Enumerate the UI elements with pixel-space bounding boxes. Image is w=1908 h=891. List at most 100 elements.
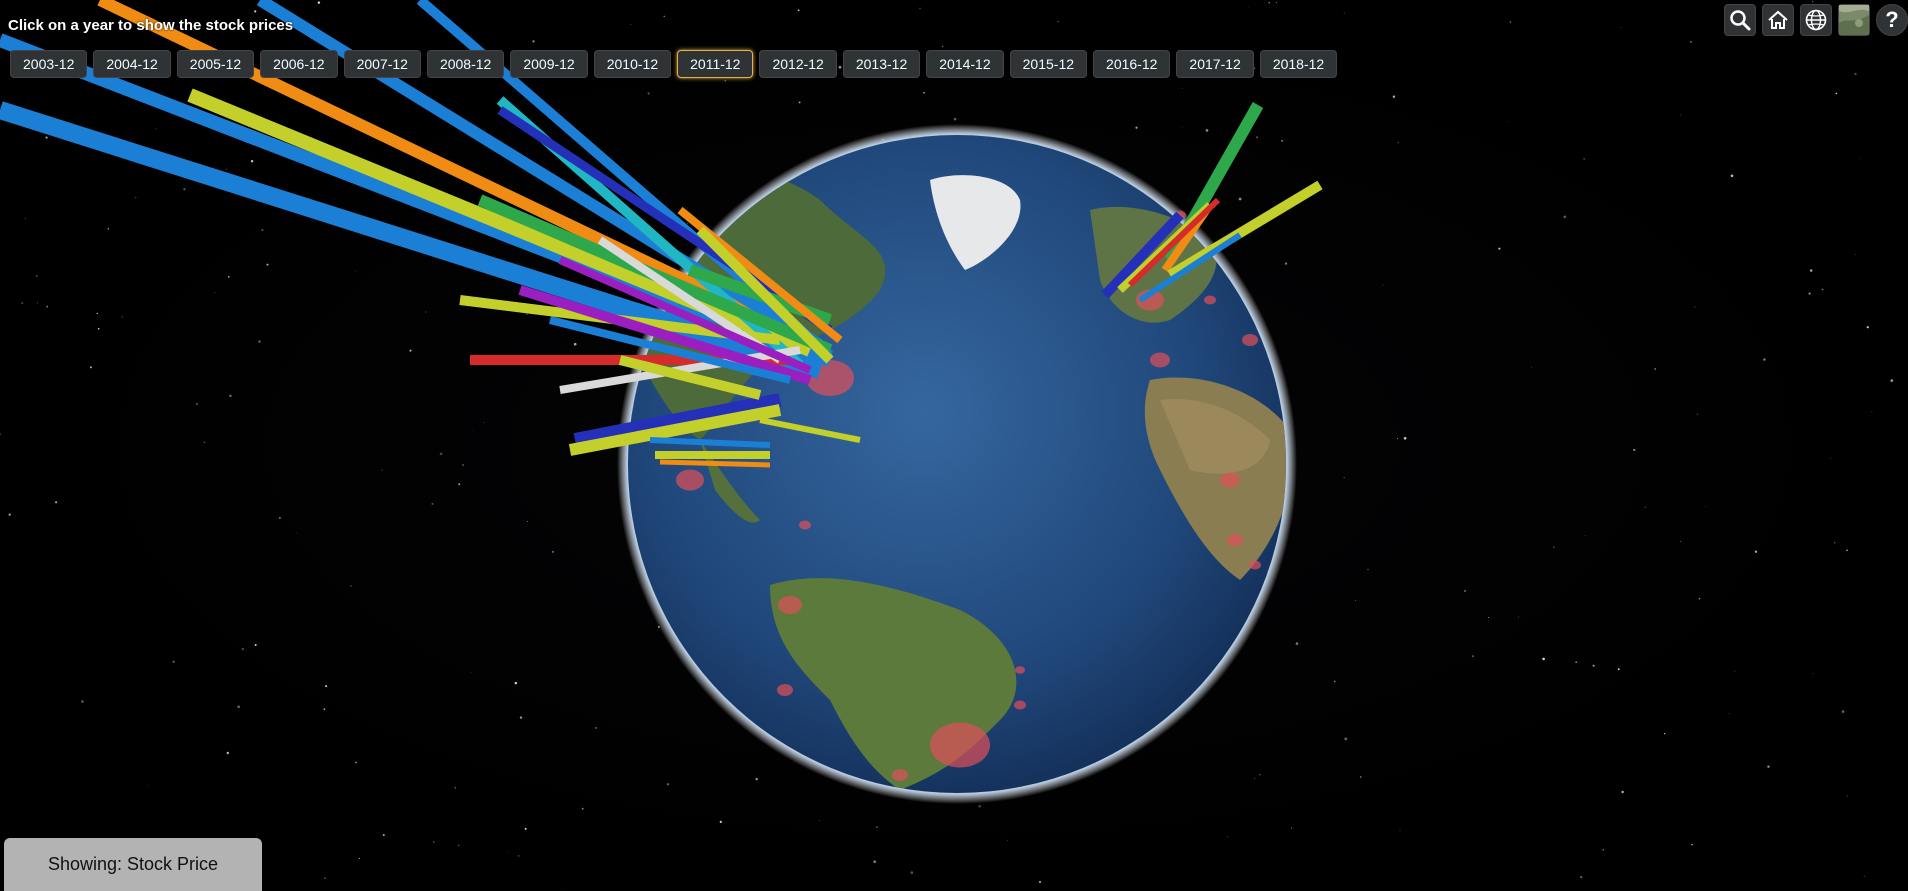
city-marker[interactable] — [799, 520, 811, 530]
star — [1663, 732, 1666, 735]
star — [46, 305, 49, 308]
help-button[interactable]: ? — [1876, 4, 1908, 36]
star — [1846, 549, 1848, 552]
star — [254, 644, 257, 646]
city-marker[interactable] — [1220, 472, 1240, 488]
search-button[interactable] — [1724, 4, 1756, 36]
year-button-2011-12[interactable]: 2011-12 — [677, 50, 754, 78]
star — [1763, 358, 1766, 361]
year-button-2018-12[interactable]: 2018-12 — [1259, 50, 1338, 78]
star — [458, 483, 461, 486]
city-marker[interactable] — [1249, 560, 1261, 570]
globe-scene[interactable] — [0, 0, 1908, 891]
star — [1343, 477, 1345, 479]
star — [172, 660, 175, 663]
star — [630, 24, 632, 25]
star — [1259, 774, 1261, 776]
star — [524, 827, 527, 830]
star — [241, 647, 245, 651]
city-marker[interactable] — [1242, 334, 1258, 346]
city-marker[interactable] — [676, 469, 704, 491]
star — [1507, 121, 1509, 123]
globe-viewer[interactable]: Click on a year to show the stock prices… — [0, 0, 1908, 891]
star — [1531, 366, 1532, 368]
star — [250, 160, 254, 163]
city-marker[interactable] — [1150, 352, 1170, 368]
star — [1644, 506, 1646, 509]
star — [258, 340, 261, 343]
year-button-2006-12[interactable]: 2006-12 — [260, 50, 338, 78]
star — [514, 681, 518, 685]
star — [355, 270, 356, 272]
star — [323, 708, 326, 711]
star — [519, 716, 523, 719]
star — [1268, 1, 1271, 4]
star — [1396, 437, 1399, 440]
base-layer-picker[interactable] — [1838, 4, 1870, 36]
star — [1256, 136, 1259, 139]
year-button-2005-12[interactable]: 2005-12 — [176, 50, 255, 78]
star — [1584, 534, 1586, 536]
city-marker[interactable] — [778, 596, 802, 614]
year-button-2017-12[interactable]: 2017-12 — [1176, 50, 1254, 78]
star — [382, 834, 385, 836]
star — [1238, 197, 1242, 201]
year-button-2009-12[interactable]: 2009-12 — [510, 50, 588, 78]
year-button-2012-12[interactable]: 2012-12 — [759, 50, 837, 78]
star — [89, 366, 92, 369]
home-button[interactable] — [1762, 4, 1794, 36]
instruction-text: Click on a year to show the stock prices — [8, 17, 294, 34]
star — [1392, 95, 1396, 98]
star — [1809, 269, 1813, 272]
city-marker[interactable] — [930, 722, 990, 768]
star — [978, 804, 982, 808]
imagery-thumbnail — [1839, 5, 1869, 35]
stock-bar[interactable] — [659, 459, 771, 468]
city-marker[interactable] — [1204, 295, 1216, 305]
year-button-2014-12[interactable]: 2014-12 — [926, 50, 1004, 78]
star — [581, 807, 584, 810]
star — [873, 860, 876, 863]
year-button-2004-12[interactable]: 2004-12 — [93, 50, 171, 78]
star — [819, 819, 820, 821]
star — [350, 585, 352, 587]
star — [1705, 506, 1707, 507]
star — [1487, 616, 1489, 619]
city-marker[interactable] — [777, 684, 793, 696]
star — [25, 218, 27, 220]
star — [1498, 247, 1501, 250]
year-button-2007-12[interactable]: 2007-12 — [343, 50, 421, 78]
year-button-2008-12[interactable]: 2008-12 — [426, 50, 505, 78]
stock-bar[interactable] — [187, 88, 813, 357]
help-icon: ? — [1885, 7, 1899, 32]
year-button-2015-12[interactable]: 2015-12 — [1009, 50, 1088, 78]
year-selector: 2003-12 2004-12 2005-12 2006-12 2007-12 2008-… — [10, 50, 1338, 78]
star — [1866, 326, 1869, 329]
viewer-toolbar: ? — [1724, 4, 1908, 36]
star — [1518, 616, 1520, 618]
city-marker[interactable] — [1015, 666, 1025, 674]
scene-mode-button[interactable] — [1800, 4, 1832, 36]
star — [472, 429, 474, 431]
year-button-2013-12[interactable]: 2013-12 — [842, 50, 921, 78]
city-marker[interactable] — [892, 769, 908, 781]
star — [719, 820, 722, 824]
star — [1689, 40, 1692, 44]
city-marker[interactable] — [1227, 534, 1243, 546]
year-button-2010-12[interactable]: 2010-12 — [593, 50, 672, 78]
globe-icon — [1805, 9, 1827, 31]
star — [409, 349, 412, 352]
star — [1471, 655, 1475, 658]
star — [1734, 670, 1736, 672]
star — [97, 327, 100, 330]
star — [573, 342, 577, 346]
star — [1583, 158, 1585, 160]
year-button-2016-12[interactable]: 2016-12 — [1093, 50, 1171, 78]
star — [686, 222, 688, 224]
star — [279, 517, 281, 519]
star — [107, 227, 110, 230]
city-marker[interactable] — [1014, 700, 1026, 710]
year-button-2003-12[interactable]: 2003-12 — [10, 50, 88, 78]
star — [1284, 262, 1288, 265]
star — [1181, 126, 1183, 128]
